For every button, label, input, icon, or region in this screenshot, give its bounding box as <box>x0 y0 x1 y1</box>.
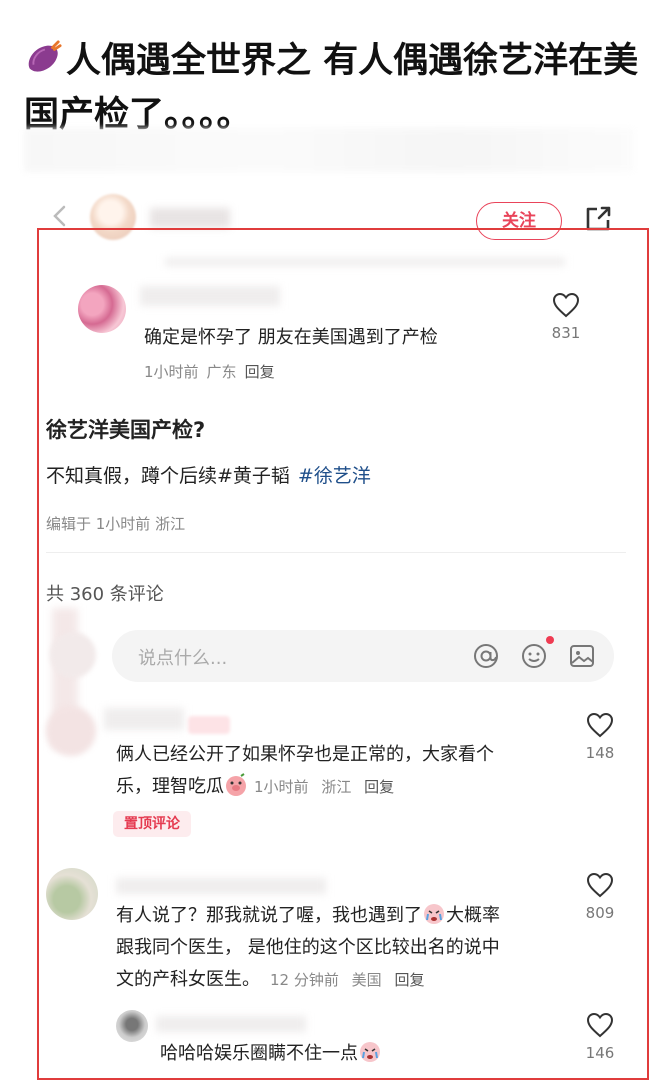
comment-input-placeholder: 说点什么... <box>138 648 228 669</box>
crying-emoji-icon <box>360 1042 380 1062</box>
like-button[interactable]: 148 <box>580 712 620 762</box>
comment-line-text: 文的产科女医生。 <box>116 969 260 990</box>
edit-meta: 编辑于 1小时前 浙江 <box>46 515 186 533</box>
commenter-name-blurred[interactable] <box>156 1016 306 1032</box>
comment-line: 俩人已经公开了如果怀孕也是正常的，大家看个 <box>116 744 494 765</box>
comment-line-text: 乐，理智吃瓜 <box>116 776 224 797</box>
comment-time: 1小时前 <box>144 363 199 381</box>
comment-line-text: 哈哈哈娱乐圈瞒不住一点 <box>160 1043 358 1064</box>
comment-meta: 1小时前 浙江 回复 <box>254 778 394 796</box>
comment-line-text: 大概率 <box>446 905 500 926</box>
post-body: 不知真假，蹲个后续#黄子韬 #徐艺洋 <box>46 461 371 488</box>
comment-line-text: 有人说了？那我就说了喔，我也遇到了 <box>116 905 422 926</box>
comment-line: 有人说了？那我就说了喔，我也遇到了 大概率 <box>116 900 500 932</box>
comment-location: 美国 <box>351 971 382 989</box>
reply-link[interactable]: 回复 <box>394 971 424 989</box>
commenter-name-blurred[interactable] <box>104 708 184 730</box>
commenter-avatar[interactable] <box>116 1010 148 1042</box>
comment-line: 跟我同个医生， 是他住的这个区比较出名的说中 <box>116 937 500 958</box>
comment-meta: 1小时前 广东 回复 <box>144 361 275 382</box>
heart-icon <box>586 1012 614 1038</box>
comment-time: 1小时前 <box>254 778 309 796</box>
like-button[interactable]: 809 <box>580 872 620 922</box>
faded-background-text <box>24 128 634 172</box>
reply-link[interactable]: 回复 <box>364 778 394 796</box>
commenter-avatar[interactable] <box>46 706 96 756</box>
like-button[interactable]: 831 <box>546 292 586 342</box>
divider <box>46 552 626 553</box>
crying-emoji-icon <box>424 904 444 924</box>
comment-text: 有人说了？那我就说了喔，我也遇到了 大概率 跟我同个医生， 是他住的这个区比较出名… <box>116 900 500 996</box>
comment-location: 浙江 <box>321 778 352 796</box>
pinned-comment-badge: 置顶评论 <box>113 811 191 837</box>
author-name-blurred[interactable] <box>150 208 230 228</box>
comment-count: 共 360 条评论 <box>46 584 164 605</box>
at-icon[interactable] <box>472 642 500 670</box>
comment-text: 哈哈哈娱乐圈瞒不住一点 <box>160 1038 382 1070</box>
like-count: 148 <box>585 744 615 762</box>
comment-input[interactable]: 说点什么... <box>112 630 614 682</box>
comment-time: 12 分钟前 <box>270 971 339 989</box>
heart-icon <box>586 872 614 898</box>
like-count: 809 <box>585 904 615 922</box>
comment-text: 确定是怀孕了 朋友在美国遇到了产检 <box>144 327 438 348</box>
reply-link[interactable]: 回复 <box>245 363 275 381</box>
hashtag-link[interactable]: #徐艺洋 <box>298 465 371 487</box>
sweet-potato-icon <box>28 40 62 72</box>
comment-line: 乐，理智吃瓜 1小时前 浙江 回复 <box>116 771 494 803</box>
comment-location: 广东 <box>206 363 237 381</box>
image-icon[interactable] <box>568 642 596 670</box>
notification-dot <box>546 636 554 644</box>
commenter-name-blurred[interactable] <box>140 286 280 306</box>
emoji-icon[interactable] <box>520 642 548 670</box>
commenter-avatar[interactable] <box>78 285 126 333</box>
comment-line: 文的产科女医生。 12 分钟前 美国 回复 <box>116 964 500 996</box>
like-button[interactable]: 146 <box>580 1012 620 1062</box>
post-body-text: 不知真假，蹲个后续#黄子韬 <box>46 465 290 487</box>
author-tag-blurred <box>188 716 230 734</box>
commenter-avatar[interactable] <box>46 868 98 920</box>
comment-text: 俩人已经公开了如果怀孕也是正常的，大家看个 乐，理智吃瓜 1小时前 浙江 回复 <box>116 739 494 803</box>
like-count: 146 <box>585 1044 615 1062</box>
heart-icon <box>586 712 614 738</box>
like-count: 831 <box>551 324 581 342</box>
my-avatar[interactable] <box>50 632 96 678</box>
back-icon[interactable] <box>46 202 74 230</box>
post-title: 徐艺洋美国产检? <box>46 418 206 442</box>
blurred-strip <box>165 258 565 266</box>
heart-icon <box>552 292 580 318</box>
headline-text: 人偶遇全世界之 有人偶遇徐艺洋在美国产检了。。。。 <box>24 41 639 135</box>
pig-emoji-icon <box>226 773 246 796</box>
commenter-name-blurred[interactable] <box>116 878 326 894</box>
headline: 人偶遇全世界之 有人偶遇徐艺洋在美国产检了。。。。 <box>24 34 644 142</box>
comment-meta: 12 分钟前 美国 回复 <box>270 971 424 989</box>
